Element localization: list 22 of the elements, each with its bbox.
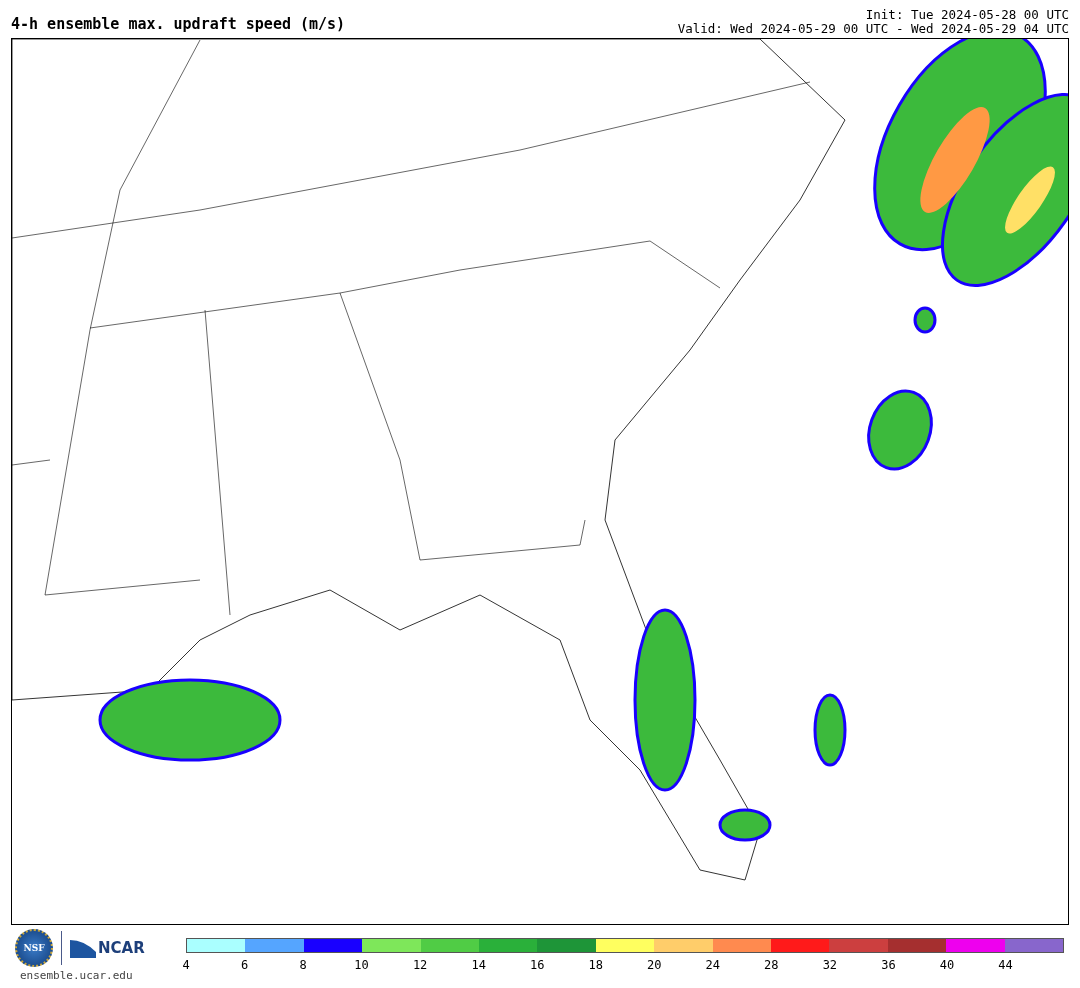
- tick-label: 12: [412, 958, 428, 972]
- init-time: Init: Tue 2024-05-28 00 UTC: [864, 8, 1069, 22]
- tick-label: 24: [705, 958, 720, 972]
- tick-label: 16: [529, 958, 545, 972]
- ncar-logo: NCAR: [98, 939, 145, 957]
- tick-label: 20: [647, 958, 662, 972]
- tick-label: 28: [764, 958, 779, 972]
- tick-label: 8: [299, 958, 307, 972]
- tick-label: 44: [998, 958, 1013, 972]
- nsf-logo: NSF: [15, 929, 53, 967]
- tick-label: 6: [240, 958, 249, 972]
- tick-label: 4: [182, 958, 190, 972]
- tick-label: 40: [939, 958, 955, 972]
- tick-label: 10: [354, 958, 369, 972]
- tick-label: 36: [881, 958, 896, 972]
- valid-time: Valid: Wed 2024-05-29 00 UTC - Wed 2024-05-29 04 UTC: [677, 22, 1069, 36]
- tick-label: 14: [471, 958, 486, 972]
- chart-title: 4-h ensemble max. updraft speed (m/s): [11, 15, 346, 33]
- tick-label: 18: [588, 958, 603, 972]
- ncar-logo-icon: [70, 938, 96, 958]
- tick-label: 32: [822, 958, 838, 972]
- site-url: ensemble.ucar.edu: [20, 969, 133, 982]
